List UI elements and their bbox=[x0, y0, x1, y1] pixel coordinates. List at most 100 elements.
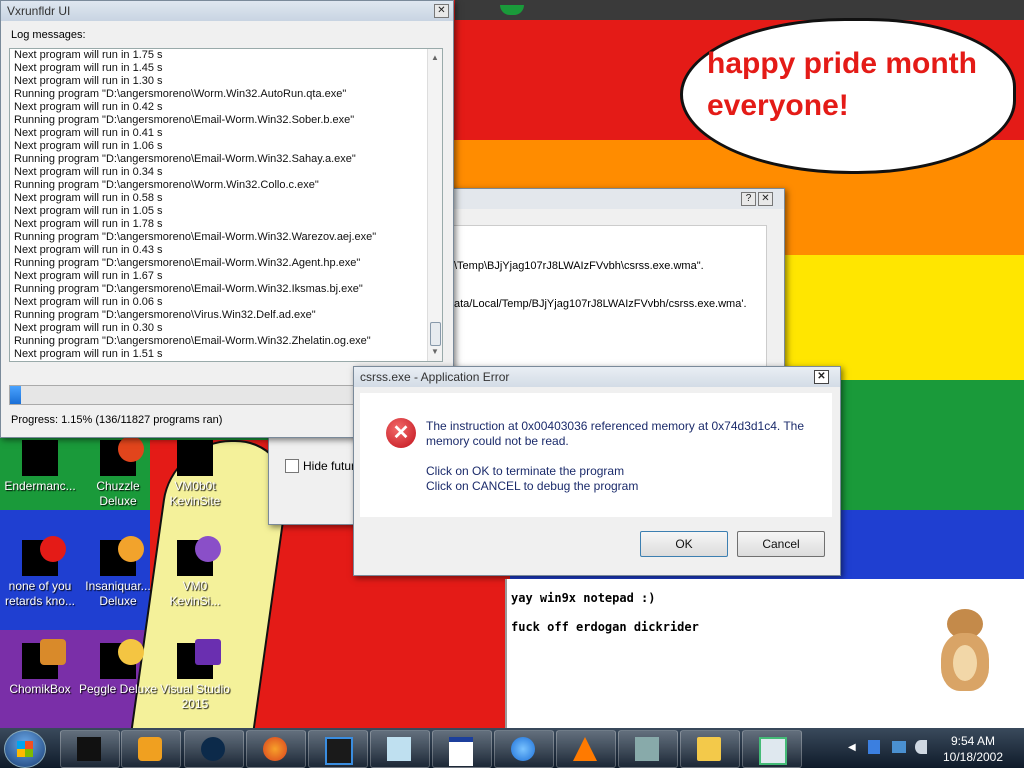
scroll-down-icon[interactable]: ▼ bbox=[431, 347, 439, 356]
clock-date[interactable]: 10/18/2002 bbox=[938, 750, 1008, 764]
visual-studio-icon bbox=[177, 639, 221, 679]
log-line: Next program will run in 1.78 s bbox=[14, 218, 163, 230]
desktop-icon-peggle[interactable]: Peggle Deluxe bbox=[78, 639, 158, 697]
desktop-icon-chomikbox[interactable]: ChomikBox bbox=[0, 639, 80, 697]
tray-volume-icon[interactable] bbox=[915, 740, 927, 754]
notepad-icon bbox=[387, 737, 411, 761]
log-list[interactable]: Next program will run in 1.75 s Next prog… bbox=[9, 48, 443, 362]
app-icon bbox=[22, 536, 66, 576]
log-line: Running program "D:\angersmoreno\Worm.Wi… bbox=[14, 88, 347, 100]
log-line: Running program "D:\angersmoreno\Email-W… bbox=[14, 257, 361, 269]
tray-chevron-icon[interactable]: ◀ bbox=[848, 742, 856, 753]
notepad-window[interactable]: yay win9x notepad :) fuck off erdogan di… bbox=[505, 579, 1024, 728]
log-line: Next program will run in 0.30 s bbox=[14, 322, 163, 334]
taskbar-vlc[interactable] bbox=[556, 730, 616, 768]
chuzzle-icon bbox=[100, 436, 144, 476]
globe-icon bbox=[201, 737, 225, 761]
log-line: Next program will run in 1.51 s bbox=[14, 348, 163, 360]
log-line: Running program "D:\angersmoreno\Virus.W… bbox=[14, 309, 316, 321]
taskbar-firefox[interactable] bbox=[246, 730, 306, 768]
taskbar-black-app[interactable] bbox=[60, 730, 120, 768]
close-button[interactable]: ✕ bbox=[814, 370, 829, 384]
notepad-line-1[interactable]: yay win9x notepad :) bbox=[511, 591, 656, 605]
windows-logo-icon bbox=[17, 741, 33, 757]
path-text-1: \Temp\BJjYjag107rJ8LWAIzFVvbh\csrss.exe.… bbox=[454, 260, 704, 272]
firefox-icon bbox=[263, 737, 287, 761]
clock-time[interactable]: 9:54 AM bbox=[938, 734, 1008, 748]
icon-label-2: Deluxe bbox=[99, 494, 137, 508]
vm-icon bbox=[177, 536, 221, 576]
scroll-thumb[interactable] bbox=[430, 322, 441, 346]
icon-label-2: KevinSite bbox=[169, 494, 221, 508]
vm-icon bbox=[177, 440, 213, 476]
icon-label: ChomikBox bbox=[9, 682, 71, 696]
close-button[interactable]: ✕ bbox=[434, 4, 449, 18]
log-line: Running program "D:\angersmoreno\Email-W… bbox=[14, 335, 371, 347]
fish-icon bbox=[100, 536, 144, 576]
icon-label-2: 2015 bbox=[181, 697, 209, 711]
log-line: Next program will run in 1.45 s bbox=[14, 62, 163, 74]
taskbar-phone-app[interactable] bbox=[308, 730, 368, 768]
taskbar-folder[interactable] bbox=[680, 730, 740, 768]
icon-label: Endermanc... bbox=[4, 479, 76, 493]
help-button[interactable]: ? bbox=[741, 192, 756, 206]
tray-app-icon[interactable] bbox=[868, 740, 880, 754]
error-body: ✕ The instruction at 0x00403036 referenc… bbox=[360, 393, 832, 517]
error-titlebar[interactable]: csrss.exe - Application Error bbox=[354, 367, 840, 387]
desktop-icon-vm0[interactable]: VM0 KevinSi... bbox=[155, 536, 235, 609]
log-line: Running program "D:\angersmoreno\Email-W… bbox=[14, 231, 377, 243]
desktop-icon-insaniquarium[interactable]: Insaniquar... Deluxe bbox=[78, 536, 158, 609]
bubble-line-2: everyone! bbox=[707, 89, 849, 122]
error-icon: ✕ bbox=[386, 418, 416, 448]
window-icon bbox=[449, 737, 473, 766]
log-line: Next program will run in 0.41 s bbox=[14, 127, 163, 139]
top-dark-band bbox=[455, 0, 1024, 20]
start-button[interactable] bbox=[4, 730, 46, 768]
window-titlebar[interactable]: Vxrunfldr UI bbox=[1, 1, 453, 21]
media-player-icon bbox=[138, 737, 162, 761]
log-lines: Next program will run in 1.75 s Next prog… bbox=[14, 49, 424, 361]
icon-label: Insaniquar... bbox=[85, 579, 151, 593]
desktop-icon-chuzzle[interactable]: Chuzzle Deluxe bbox=[78, 436, 158, 509]
hide-future-checkbox[interactable] bbox=[285, 459, 299, 473]
scroll-up-icon[interactable]: ▲ bbox=[431, 53, 439, 62]
ok-button[interactable]: OK bbox=[640, 531, 728, 557]
phone-icon bbox=[325, 737, 353, 765]
desktop-icon-endermanch[interactable]: Endermanc... bbox=[0, 440, 80, 494]
speech-bubble: happy pride month everyone! bbox=[680, 18, 1016, 174]
desktop-icon-visual-studio[interactable]: Visual Studio 2015 bbox=[155, 639, 235, 712]
taskbar-globe[interactable] bbox=[184, 730, 244, 768]
icon-label-2: KevinSi... bbox=[169, 594, 221, 608]
desktop-icon-none-of-you[interactable]: none of you retards kno... bbox=[0, 536, 80, 609]
taskbar-internet-explorer[interactable] bbox=[494, 730, 554, 768]
log-line: Running program "D:\angersmoreno\Email-W… bbox=[14, 153, 356, 165]
desktop-icon-vm0b0t[interactable]: VM0b0t KevinSite bbox=[155, 440, 235, 509]
hamster-mascot-icon bbox=[935, 609, 995, 699]
hamster-icon bbox=[22, 639, 66, 679]
cancel-button[interactable]: Cancel bbox=[737, 531, 825, 557]
progress-fill bbox=[10, 386, 21, 404]
taskbar-control-panel[interactable] bbox=[742, 730, 802, 768]
icon-label-2: retards kno... bbox=[4, 594, 76, 608]
taskbar-notepad[interactable] bbox=[370, 730, 430, 768]
log-line: Next program will run in 0.06 s bbox=[14, 296, 163, 308]
close-button[interactable]: ✕ bbox=[758, 192, 773, 206]
taskbar-network-app[interactable] bbox=[618, 730, 678, 768]
error-message-1: The instruction at 0x00403036 referenced… bbox=[426, 419, 805, 433]
log-scrollbar[interactable]: ▲ ▼ bbox=[427, 49, 442, 361]
error-dialog[interactable]: csrss.exe - Application Error ✕ ✕ The in… bbox=[353, 366, 841, 576]
error-message-2: memory could not be read. bbox=[426, 434, 569, 448]
tray-network-icon[interactable] bbox=[892, 741, 906, 753]
log-line: Running program "D:\angersmoreno\Email-W… bbox=[14, 114, 355, 126]
log-line: Next program will run in 0.58 s bbox=[14, 192, 163, 204]
taskbar-window-app[interactable] bbox=[432, 730, 492, 768]
network-icon bbox=[635, 737, 659, 761]
bubble-line-1: happy pride month bbox=[707, 47, 977, 80]
taskbar: ◀ 9:54 AM 10/18/2002 bbox=[0, 728, 1024, 768]
log-line: Next program will run in 1.05 s bbox=[14, 205, 163, 217]
taskbar-media-player[interactable] bbox=[121, 730, 181, 768]
progress-text: Progress: 1.15% (136/11827 programs ran) bbox=[11, 414, 223, 426]
icon-label: Chuzzle bbox=[96, 479, 140, 493]
notepad-line-2[interactable]: fuck off erdogan dickrider bbox=[511, 620, 699, 634]
error-hint-2: Click on CANCEL to debug the program bbox=[426, 479, 639, 493]
